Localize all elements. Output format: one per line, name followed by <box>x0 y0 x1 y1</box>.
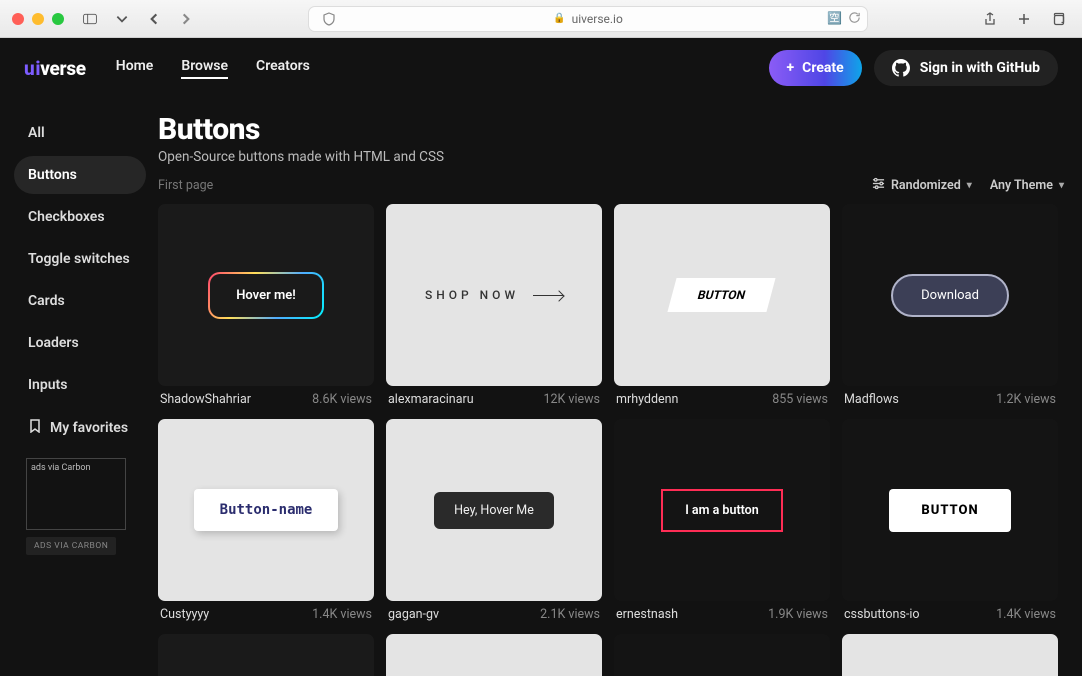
github-icon <box>892 59 910 77</box>
card-author[interactable]: Custyyyy <box>160 607 209 622</box>
card-thumb[interactable]: Button-name <box>158 419 374 601</box>
sidebar-item-inputs[interactable]: Inputs <box>14 366 146 404</box>
theme-dropdown[interactable]: Any Theme ▾ <box>990 178 1064 193</box>
card-thumb[interactable] <box>158 634 374 676</box>
app-root: uiverse Home Browse Creators + Create Si… <box>0 38 1082 676</box>
traffic-lights <box>12 13 64 25</box>
page-subtitle: Open-Source buttons made with HTML and C… <box>158 149 1064 165</box>
page-title: Buttons <box>158 112 1064 147</box>
signin-github-button[interactable]: Sign in with GitHub <box>874 50 1058 86</box>
card-author[interactable]: ernestnash <box>616 607 678 622</box>
first-page-label: First page <box>158 178 213 193</box>
card-author[interactable]: ShadowShahriar <box>160 392 251 407</box>
chevron-down-icon: ▾ <box>1059 180 1064 191</box>
sidebar-item-favorites[interactable]: My favorites <box>14 408 146 448</box>
nav-creators[interactable]: Creators <box>256 58 310 79</box>
url-text: uiverse.io <box>572 12 623 26</box>
refresh-icon[interactable] <box>848 11 861 27</box>
sidebar-toggle-icon[interactable] <box>78 7 102 31</box>
card-thumb[interactable]: Hey, Hover Me <box>386 419 602 601</box>
card-author[interactable]: mrhyddenn <box>616 392 678 407</box>
new-tab-icon[interactable] <box>1012 7 1036 31</box>
plus-icon: + <box>787 60 795 76</box>
card: I am a button ernestnash 1.9K views <box>614 419 830 622</box>
sidebar: All Buttons Checkboxes Toggle switches C… <box>0 98 156 676</box>
sliders-icon <box>872 177 885 194</box>
card-author[interactable]: alexmaracinaru <box>388 392 474 407</box>
card-views: 855 views <box>772 392 828 407</box>
close-window[interactable] <box>12 13 24 25</box>
sidebar-item-all[interactable]: All <box>14 114 146 152</box>
carbon-ad-label[interactable]: ADS VIA CARBON <box>26 537 116 555</box>
card: Download Madflows 1.2K views <box>842 204 1058 407</box>
card-author[interactable]: cssbuttons-io <box>844 607 920 622</box>
nav-browse[interactable]: Browse <box>181 58 228 79</box>
arrow-right-icon <box>533 295 563 296</box>
card <box>842 634 1058 676</box>
card-views: 1.4K views <box>996 607 1056 622</box>
card-thumb[interactable]: I am a button <box>614 419 830 601</box>
card: SHOP NOW alexmaracinaru 12K views <box>386 204 602 407</box>
card-thumb[interactable]: BUTTON <box>842 419 1058 601</box>
toolbar: First page Randomized ▾ Any Theme ▾ <box>158 177 1064 194</box>
card-thumb[interactable] <box>386 634 602 676</box>
card-author[interactable]: gagan-gv <box>388 607 439 622</box>
back-button[interactable] <box>142 7 166 31</box>
minimize-window[interactable] <box>32 13 44 25</box>
card-thumb[interactable]: BUTTON <box>614 204 830 386</box>
create-button[interactable]: + Create <box>769 50 862 86</box>
card <box>158 634 374 676</box>
card: Hover me! ShadowShahriar 8.6K views <box>158 204 374 407</box>
nav-actions: + Create Sign in with GitHub <box>769 50 1058 86</box>
card-views: 1.9K views <box>768 607 828 622</box>
bookmark-icon <box>28 419 42 437</box>
translate-icon[interactable]: 🈳 <box>827 11 842 27</box>
card-thumb[interactable]: SHOP NOW <box>386 204 602 386</box>
card: BUTTON mrhyddenn 855 views <box>614 204 830 407</box>
cards-grid: Hover me! ShadowShahriar 8.6K views SHOP… <box>158 204 1064 676</box>
card-views: 1.4K views <box>312 607 372 622</box>
card: Hey, Hover Me gagan-gv 2.1K views <box>386 419 602 622</box>
card-views: 2.1K views <box>540 607 600 622</box>
share-icon[interactable] <box>978 7 1002 31</box>
main-content: Buttons Open-Source buttons made with HT… <box>156 98 1082 676</box>
tabs-overview-icon[interactable] <box>1046 7 1070 31</box>
card-thumb[interactable] <box>842 634 1058 676</box>
card-thumb[interactable]: Hover me! <box>158 204 374 386</box>
lock-icon: 🔒 <box>553 13 565 24</box>
card-views: 8.6K views <box>312 392 372 407</box>
chrome-right-actions <box>978 7 1070 31</box>
carbon-ad[interactable]: ads via Carbon <box>26 458 126 530</box>
nav-home[interactable]: Home <box>116 58 154 79</box>
card-views: 1.2K views <box>996 392 1056 407</box>
chevron-down-icon: ▾ <box>967 180 972 191</box>
card: BUTTON cssbuttons-io 1.4K views <box>842 419 1058 622</box>
chevron-down-icon[interactable] <box>110 7 134 31</box>
card-author[interactable]: Madflows <box>844 392 899 407</box>
url-bar[interactable]: 🔒 uiverse.io 🈳 <box>308 6 868 32</box>
nav-links: Home Browse Creators <box>116 58 310 79</box>
card: Button-name Custyyyy 1.4K views <box>158 419 374 622</box>
logo[interactable]: uiverse <box>24 57 86 80</box>
top-nav: uiverse Home Browse Creators + Create Si… <box>0 38 1082 98</box>
sidebar-item-buttons[interactable]: Buttons <box>14 156 146 194</box>
sidebar-item-loaders[interactable]: Loaders <box>14 324 146 362</box>
card-thumb[interactable]: Download <box>842 204 1058 386</box>
browser-chrome: 🔒 uiverse.io 🈳 <box>0 0 1082 38</box>
sidebar-item-toggle-switches[interactable]: Toggle switches <box>14 240 146 278</box>
card <box>614 634 830 676</box>
forward-button[interactable] <box>174 7 198 31</box>
card <box>386 634 602 676</box>
maximize-window[interactable] <box>52 13 64 25</box>
card-thumb[interactable] <box>614 634 830 676</box>
sidebar-item-cards[interactable]: Cards <box>14 282 146 320</box>
card-views: 12K views <box>543 392 600 407</box>
sort-dropdown[interactable]: Randomized ▾ <box>872 177 972 194</box>
shield-icon[interactable] <box>317 7 341 31</box>
sidebar-item-checkboxes[interactable]: Checkboxes <box>14 198 146 236</box>
